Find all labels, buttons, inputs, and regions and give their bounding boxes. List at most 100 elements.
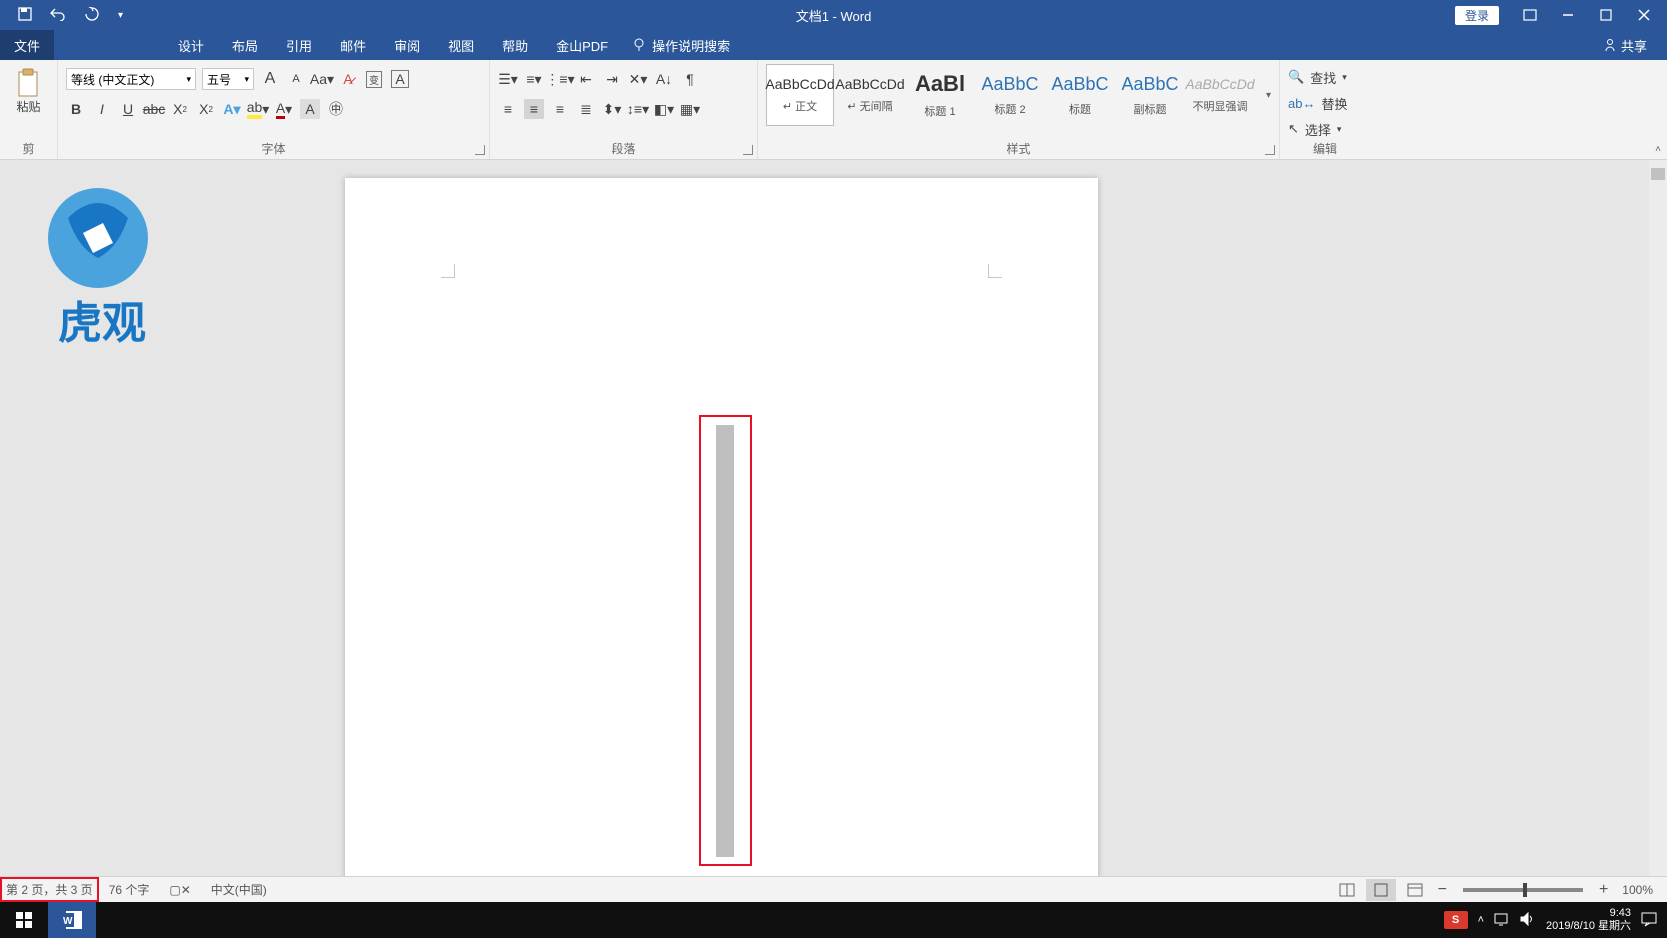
- share-button[interactable]: 共享: [1603, 36, 1667, 55]
- distribute-icon[interactable]: ⬍▾: [602, 99, 622, 119]
- style-副标题[interactable]: AaBbC副标题: [1116, 64, 1184, 126]
- undo-icon[interactable]: [50, 7, 66, 24]
- tab-mailings[interactable]: 邮件: [326, 30, 380, 60]
- char-shading-icon[interactable]: A: [300, 99, 320, 119]
- tab-review[interactable]: 审阅: [380, 30, 434, 60]
- numbering-icon[interactable]: ≡▾: [524, 69, 544, 89]
- increase-indent-icon[interactable]: ⇥: [602, 69, 622, 89]
- word-count[interactable]: 76 个字: [99, 881, 160, 898]
- font-color-icon[interactable]: A▾: [274, 99, 294, 119]
- style-标题 2[interactable]: AaBbC标题 2: [976, 64, 1044, 126]
- tab-view[interactable]: 视图: [434, 30, 488, 60]
- find-button[interactable]: 🔍查找▾: [1288, 64, 1362, 90]
- action-center-icon[interactable]: [1641, 911, 1657, 930]
- sort-icon[interactable]: A↓: [654, 69, 674, 89]
- styles-more-icon[interactable]: ▾: [1266, 90, 1271, 101]
- network-icon[interactable]: [1494, 912, 1510, 929]
- font-group-launcher[interactable]: [475, 145, 485, 155]
- zoom-out-icon[interactable]: −: [1434, 881, 1451, 899]
- replace-button[interactable]: ab↔替换: [1288, 90, 1362, 116]
- align-center-icon[interactable]: ≡: [524, 99, 544, 119]
- style-不明显强调[interactable]: AaBbCcDd不明显强调: [1186, 64, 1254, 126]
- borders-icon[interactable]: ▦▾: [680, 99, 700, 119]
- taskbar-clock[interactable]: 9:43 2019/8/10 星期六: [1546, 907, 1631, 933]
- find-icon: 🔍: [1288, 69, 1304, 85]
- bullets-icon[interactable]: ☰▾: [498, 69, 518, 89]
- asian-layout-icon[interactable]: ✕▾: [628, 69, 648, 89]
- language-indicator[interactable]: 中文(中国): [201, 881, 277, 898]
- bold-icon[interactable]: B: [66, 99, 86, 119]
- tab-home-hidden[interactable]: [54, 30, 164, 60]
- vertical-scrollbar[interactable]: [1649, 160, 1667, 876]
- italic-icon[interactable]: I: [92, 99, 112, 119]
- grow-font-icon[interactable]: A: [260, 69, 280, 89]
- tab-design[interactable]: 设计: [164, 30, 218, 60]
- strikethrough-icon[interactable]: abc: [144, 99, 164, 119]
- align-left-icon[interactable]: ≡: [498, 99, 518, 119]
- login-button[interactable]: 登录: [1455, 6, 1499, 25]
- print-layout-icon[interactable]: [1366, 879, 1396, 901]
- tab-references[interactable]: 引用: [272, 30, 326, 60]
- margin-marker-tr: [988, 264, 1002, 278]
- text-effects-icon[interactable]: A▾: [222, 99, 242, 119]
- close-icon[interactable]: [1627, 0, 1661, 30]
- tab-layout[interactable]: 布局: [218, 30, 272, 60]
- collapse-ribbon-icon[interactable]: ˄: [1655, 144, 1661, 155]
- enclose-char-icon[interactable]: ㊥: [326, 99, 346, 119]
- char-border-icon[interactable]: A: [390, 69, 410, 89]
- zoom-slider[interactable]: [1463, 888, 1583, 892]
- taskbar-word-icon[interactable]: W: [48, 902, 96, 938]
- decrease-indent-icon[interactable]: ⇤: [576, 69, 596, 89]
- style-标题[interactable]: AaBbC标题: [1046, 64, 1114, 126]
- underline-icon[interactable]: U: [118, 99, 138, 119]
- paste-button[interactable]: 粘贴: [8, 64, 49, 119]
- redo-icon[interactable]: [84, 7, 100, 24]
- phonetic-icon[interactable]: 变: [364, 69, 384, 89]
- align-right-icon[interactable]: ≡: [550, 99, 570, 119]
- shading-icon[interactable]: ◧▾: [654, 99, 674, 119]
- minimize-icon[interactable]: [1551, 0, 1585, 30]
- change-case-icon[interactable]: Aa▾: [312, 69, 332, 89]
- ribbon-display-icon[interactable]: [1513, 0, 1547, 30]
- tray-expand-icon[interactable]: ˄: [1478, 914, 1484, 926]
- read-mode-icon[interactable]: [1332, 879, 1362, 901]
- tab-help[interactable]: 帮助: [488, 30, 542, 60]
- save-icon[interactable]: [18, 7, 32, 24]
- tab-jinshan[interactable]: 金山PDF: [542, 30, 622, 60]
- line-spacing-icon[interactable]: ↕≡▾: [628, 99, 648, 119]
- styles-gallery[interactable]: AaBbCcDd↵ 正文AaBbCcDd↵ 无间隔AaBl标题 1AaBbC标题…: [766, 64, 1271, 126]
- replace-icon: ab↔: [1288, 96, 1315, 111]
- web-layout-icon[interactable]: [1400, 879, 1430, 901]
- shrink-font-icon[interactable]: A: [286, 69, 306, 89]
- font-name-combo[interactable]: 等线 (中文正文)▾: [66, 68, 196, 90]
- style-↵ 无间隔[interactable]: AaBbCcDd↵ 无间隔: [836, 64, 904, 126]
- zoom-level[interactable]: 100%: [1616, 883, 1659, 897]
- justify-icon[interactable]: ≣: [576, 99, 596, 119]
- select-button[interactable]: ↖选择▾: [1288, 116, 1362, 142]
- scrollbar-thumb[interactable]: [1651, 168, 1665, 180]
- zoom-in-icon[interactable]: +: [1595, 881, 1612, 899]
- maximize-icon[interactable]: [1589, 0, 1623, 30]
- sogou-ime-icon[interactable]: S: [1444, 911, 1468, 929]
- clear-formatting-icon[interactable]: A̷: [338, 69, 358, 89]
- font-size-combo[interactable]: 五号▾: [202, 68, 254, 90]
- tab-file[interactable]: 文件: [0, 30, 54, 60]
- styles-group-launcher[interactable]: [1265, 145, 1275, 155]
- qat-more-icon[interactable]: ▾: [118, 10, 123, 21]
- start-button[interactable]: [0, 902, 48, 938]
- ribbon-tabs: 文件 设计 布局 引用 邮件 审阅 视图 帮助 金山PDF 操作说明搜索 共享: [0, 30, 1667, 60]
- proofing-icon[interactable]: ▢✕: [159, 883, 200, 897]
- paragraph-group-launcher[interactable]: [743, 145, 753, 155]
- style-↵ 正文[interactable]: AaBbCcDd↵ 正文: [766, 64, 834, 126]
- document-area[interactable]: 虎观: [0, 160, 1667, 876]
- superscript-icon[interactable]: X2: [196, 99, 216, 119]
- show-marks-icon[interactable]: ¶: [680, 69, 700, 89]
- style-标题 1[interactable]: AaBl标题 1: [906, 64, 974, 126]
- page-indicator[interactable]: 第 2 页，共 3 页: [0, 877, 99, 902]
- window-title: 文档1 - Word: [796, 6, 872, 25]
- tell-me-search[interactable]: 操作说明搜索: [632, 36, 730, 55]
- volume-icon[interactable]: [1520, 912, 1536, 929]
- multilevel-icon[interactable]: ⋮≡▾: [550, 69, 570, 89]
- subscript-icon[interactable]: X2: [170, 99, 190, 119]
- highlight-icon[interactable]: ab▾: [248, 99, 268, 119]
